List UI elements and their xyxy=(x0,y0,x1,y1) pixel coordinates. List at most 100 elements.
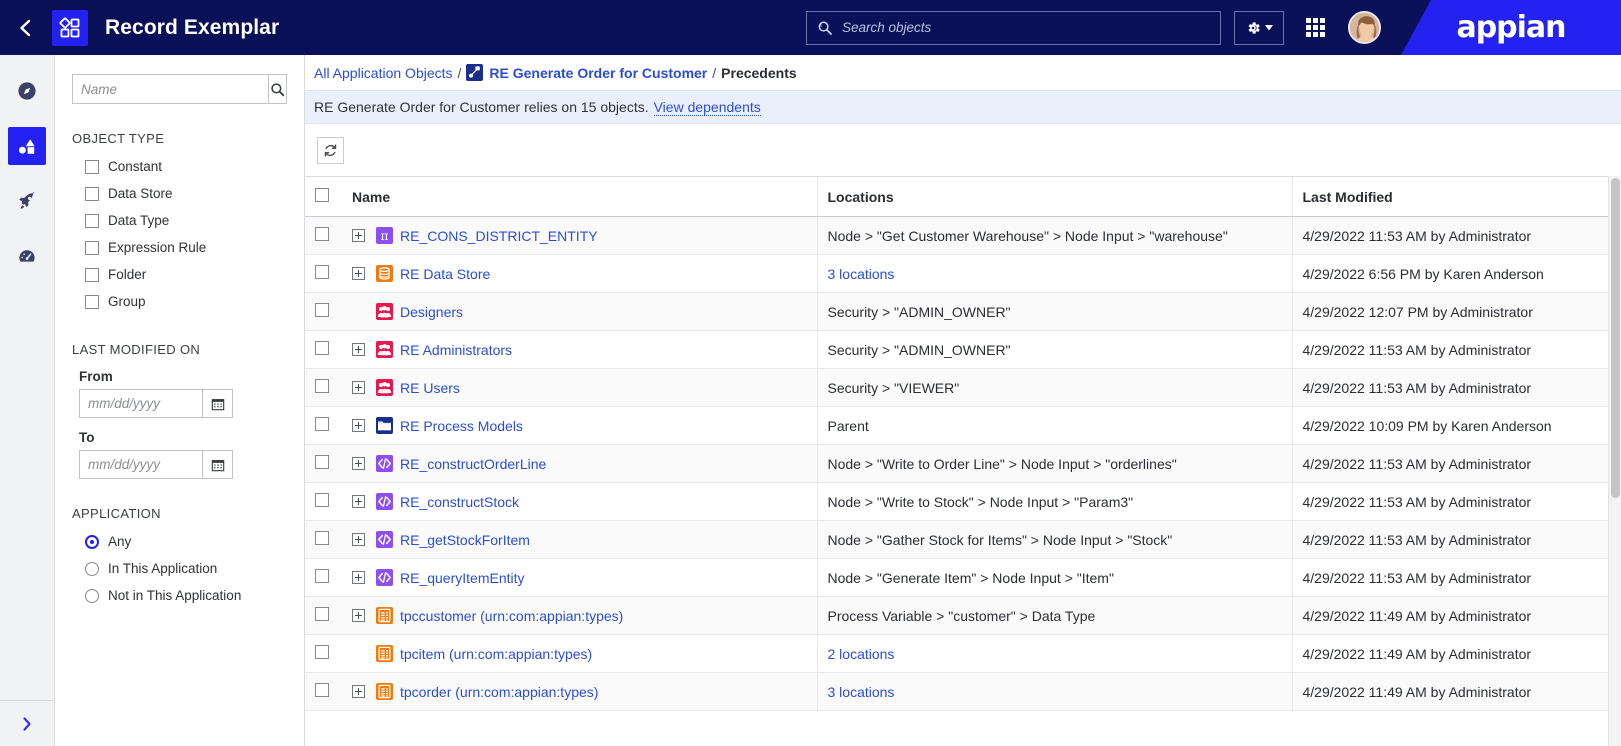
table-row[interactable]: RE_getStockForItem Node > "Gather Stock f… xyxy=(305,520,1621,559)
row-checkbox[interactable] xyxy=(315,265,329,279)
expand-row-icon[interactable] xyxy=(352,533,365,546)
row-checkbox[interactable] xyxy=(315,417,329,431)
expand-row-icon[interactable] xyxy=(352,381,365,394)
object-name-link[interactable]: RE Data Store xyxy=(400,266,490,282)
filter-option-any[interactable]: Any xyxy=(55,528,304,555)
expand-row-icon[interactable] xyxy=(352,609,365,622)
object-name-link[interactable]: tpcitem (urn:com:appian:types) xyxy=(400,646,592,662)
row-checkbox[interactable] xyxy=(315,607,329,621)
checkbox[interactable] xyxy=(85,294,99,309)
header-last-modified[interactable]: Last Modified xyxy=(1291,176,1621,217)
rail-item-deploy[interactable] xyxy=(8,182,46,220)
object-name-link[interactable]: RE_getStockForItem xyxy=(400,532,530,548)
row-checkbox[interactable] xyxy=(315,455,329,469)
radio[interactable] xyxy=(85,588,99,603)
filter-option-data-type[interactable]: Data Type xyxy=(55,207,304,234)
filter-option-not-in-this-application[interactable]: Not in This Application xyxy=(55,582,304,609)
expand-row-icon[interactable] xyxy=(352,685,365,698)
row-checkbox[interactable] xyxy=(315,303,329,317)
expand-row-icon[interactable] xyxy=(352,343,365,356)
checkbox[interactable] xyxy=(85,213,99,228)
expand-row-icon[interactable] xyxy=(352,229,365,242)
table-row[interactable]: RE_constructOrderLine Node > "Write to Or… xyxy=(305,444,1621,483)
table-row[interactable]: RE_constructStock Node > "Write to Stock"… xyxy=(305,482,1621,521)
to-date-input[interactable] xyxy=(79,450,203,479)
table-row[interactable]: RE Users Security > "VIEWER" 4/29/2022 11:… xyxy=(305,368,1621,407)
header-locations[interactable]: Locations xyxy=(816,176,1292,217)
checkbox[interactable] xyxy=(85,186,99,201)
row-checkbox[interactable] xyxy=(315,493,329,507)
locations-link[interactable]: 2 locations xyxy=(828,646,895,662)
expand-row-icon[interactable] xyxy=(352,571,365,584)
table-row[interactable]: tpccustomer (urn:com:appian:types) Proces… xyxy=(305,596,1621,635)
object-name-link[interactable]: RE_queryItemEntity xyxy=(400,570,525,586)
radio[interactable] xyxy=(85,534,99,549)
expand-row-icon[interactable] xyxy=(352,267,365,280)
avatar[interactable] xyxy=(1348,11,1381,44)
row-checkbox[interactable] xyxy=(315,227,329,241)
header-name[interactable]: Name xyxy=(342,176,817,217)
object-name-link[interactable]: tpcorder (urn:com:appian:types) xyxy=(400,684,598,700)
table-row[interactable]: Designers Security > "ADMIN_OWNER" 4/29/20… xyxy=(305,292,1621,331)
row-checkbox[interactable] xyxy=(315,341,329,355)
app-shapes-icon[interactable] xyxy=(52,9,88,46)
object-name-link[interactable]: RE_constructStock xyxy=(400,494,519,510)
filter-option-expression-rule[interactable]: Expression Rule xyxy=(55,234,304,261)
table-row[interactable]: RE_queryItemEntity Node > "Generate Item"… xyxy=(305,558,1621,597)
search-objects-box[interactable] xyxy=(806,10,1221,45)
object-name-link[interactable]: Designers xyxy=(400,304,463,320)
object-name-link[interactable]: RE_CONS_DISTRICT_ENTITY xyxy=(400,228,598,244)
table-row[interactable]: tpcitem (urn:com:appian:types) 2 location… xyxy=(305,634,1621,673)
object-name-link[interactable]: RE Users xyxy=(400,380,460,396)
object-name-link[interactable]: RE_constructOrderLine xyxy=(400,456,546,472)
to-calendar-button[interactable] xyxy=(203,450,233,479)
filter-search-button[interactable] xyxy=(269,74,287,104)
rail-item-objects[interactable] xyxy=(8,127,46,165)
back-button[interactable] xyxy=(0,0,52,55)
filter-option-data-store[interactable]: Data Store xyxy=(55,180,304,207)
select-all-header xyxy=(305,176,342,217)
scrollbar-thumb[interactable] xyxy=(1611,178,1621,498)
expand-row-icon[interactable] xyxy=(352,419,365,432)
view-dependents-link[interactable]: View dependents xyxy=(653,99,761,116)
locations-link[interactable]: 3 locations xyxy=(828,266,895,282)
app-grid-button[interactable] xyxy=(1298,18,1332,37)
expand-rail-button[interactable] xyxy=(0,700,54,746)
breadcrumb-object[interactable]: RE Generate Order for Customer xyxy=(489,65,707,81)
object-name-link[interactable]: RE Administrators xyxy=(400,342,512,358)
checkbox[interactable] xyxy=(85,159,99,174)
checkbox[interactable] xyxy=(85,240,99,255)
locations-link[interactable]: 3 locations xyxy=(828,684,895,700)
rail-item-monitor[interactable] xyxy=(8,237,46,275)
from-calendar-button[interactable] xyxy=(203,389,233,418)
row-checkbox[interactable] xyxy=(315,645,329,659)
object-name-link[interactable]: RE Process Models xyxy=(400,418,523,434)
filter-option-folder[interactable]: Folder xyxy=(55,261,304,288)
rail-item-compass[interactable] xyxy=(8,72,46,110)
table-row[interactable]: tpcorder (urn:com:appian:types) 3 locatio… xyxy=(305,672,1621,711)
filter-option-group[interactable]: Group xyxy=(55,288,304,315)
filter-option-constant[interactable]: Constant xyxy=(55,153,304,180)
row-checkbox[interactable] xyxy=(315,569,329,583)
vertical-scrollbar[interactable] xyxy=(1608,176,1621,746)
table-row[interactable]: RE Process Models Parent 4/29/2022 10:09 P… xyxy=(305,406,1621,445)
expand-row-icon[interactable] xyxy=(352,457,365,470)
row-checkbox[interactable] xyxy=(315,531,329,545)
checkbox[interactable] xyxy=(85,267,99,282)
object-name-link[interactable]: tpccustomer (urn:com:appian:types) xyxy=(400,608,623,624)
row-checkbox[interactable] xyxy=(315,683,329,697)
breadcrumb-all-application-objects[interactable]: All Application Objects xyxy=(314,65,453,81)
table-row[interactable]: RE Administrators Security > "ADMIN_OWNER… xyxy=(305,330,1621,369)
filter-name-input[interactable] xyxy=(72,74,269,104)
table-row[interactable]: RE Data Store 3 locations 4/29/2022 6:56 P… xyxy=(305,254,1621,293)
expand-row-icon[interactable] xyxy=(352,495,365,508)
filter-option-in-this-application[interactable]: In This Application xyxy=(55,555,304,582)
search-input[interactable] xyxy=(842,20,1210,35)
from-date-input[interactable] xyxy=(79,389,203,418)
table-row[interactable]: π RE_CONS_DISTRICT_ENTITY Node > "Get Cust… xyxy=(305,216,1621,255)
radio[interactable] xyxy=(85,561,99,576)
refresh-button[interactable] xyxy=(317,136,344,164)
settings-menu-button[interactable] xyxy=(1234,10,1284,45)
row-checkbox[interactable] xyxy=(315,379,329,393)
select-all-checkbox[interactable] xyxy=(315,188,329,202)
